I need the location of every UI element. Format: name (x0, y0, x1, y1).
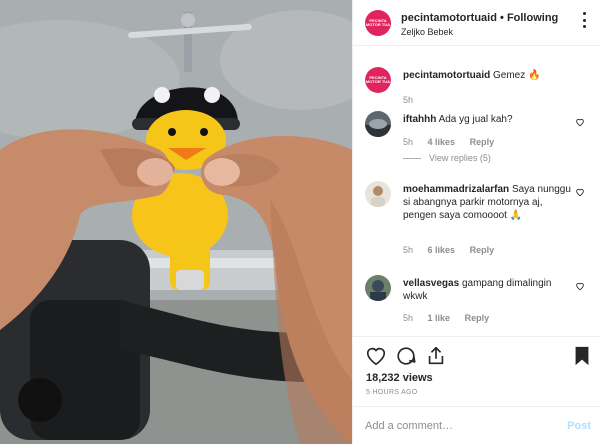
bookmark-icon[interactable] (571, 345, 593, 367)
post-timestamp[interactable]: 5 HOURS AGO (366, 389, 418, 396)
username-link[interactable]: pecintamotortuaid (401, 12, 497, 24)
comment-meta: 5h 4 likes Reply (403, 137, 506, 147)
comment-time[interactable]: 5h (403, 137, 413, 147)
reply-button[interactable]: Reply (470, 137, 495, 147)
comment-likes[interactable]: 1 like (428, 313, 451, 323)
caption-text: pecintamotortuaid Gemez 🔥 (403, 69, 573, 82)
list-item: vellasvegas gampang dimalingin wkwk 5h 1… (353, 275, 600, 335)
comment-username[interactable]: vellasvegas (403, 278, 459, 289)
caption-username[interactable]: pecintamotortuaid (403, 70, 490, 81)
comment-time[interactable]: 5h (403, 313, 413, 323)
comment-text: moehammadrizalarfan Saya nunggu si abang… (403, 183, 573, 222)
caption-item: PECINTA MOTOR TUA pecintamotortuaid Geme… (353, 47, 600, 111)
following-button[interactable]: Following (507, 12, 558, 24)
comment-username[interactable]: iftahhh (403, 114, 436, 125)
view-replies-label: View replies (5) (429, 153, 491, 163)
avatar-image (365, 275, 391, 301)
post-photo[interactable] (0, 0, 352, 444)
reply-button[interactable]: Reply (465, 313, 490, 323)
post-button[interactable]: Post (567, 420, 591, 432)
share-icon[interactable] (425, 345, 447, 367)
duck-helmet-photo (0, 0, 352, 444)
heart-icon[interactable] (365, 345, 387, 367)
replies-divider (403, 158, 421, 160)
comment-text: iftahhh Ada yg jual kah? (403, 113, 573, 126)
avatar[interactable] (365, 181, 391, 207)
separator-dot: • (500, 12, 504, 24)
comment-likes[interactable]: 4 likes (428, 137, 456, 147)
view-count[interactable]: 18,232 views (366, 372, 433, 384)
more-options-icon[interactable] (577, 12, 591, 28)
comment-input[interactable] (365, 417, 545, 435)
comment-meta: 5h 1 like Reply (403, 313, 501, 323)
reply-button[interactable]: Reply (470, 245, 495, 255)
comment-like-icon[interactable] (575, 281, 585, 291)
comment-time[interactable]: 5h (403, 245, 413, 255)
post-side-panel: PECINTA MOTOR TUA pecintamotortuaid • Fo… (352, 0, 600, 444)
comment-username[interactable]: moehammadrizalarfan (403, 184, 509, 195)
comment-icon[interactable] (395, 345, 417, 367)
comments-list[interactable]: PECINTA MOTOR TUA pecintamotortuaid Geme… (353, 47, 600, 335)
avatar[interactable]: PECINTA MOTOR TUA (365, 67, 391, 93)
caption-meta: 5h (403, 95, 425, 105)
avatar-image (365, 111, 391, 137)
post-actions: 18,232 views 5 HOURS AGO (353, 336, 600, 406)
caption-body: Gemez 🔥 (493, 70, 541, 81)
avatar-image (365, 181, 391, 207)
avatar[interactable] (365, 275, 391, 301)
list-item: moehammadrizalarfan Saya nunggu si abang… (353, 181, 600, 267)
avatar-text: PECINTA MOTOR TUA (365, 17, 391, 27)
comment-text: vellasvegas gampang dimalingin wkwk (403, 277, 573, 303)
header-user-line: pecintamotortuaid • Following (401, 12, 558, 24)
view-replies-link[interactable]: View replies (5) (403, 153, 491, 163)
add-comment-bar: Post (353, 406, 600, 444)
comment-like-icon[interactable] (575, 117, 585, 127)
comment-body: Ada yg jual kah? (438, 114, 513, 125)
avatar-badge: PECINTA MOTOR TUA (365, 67, 391, 93)
comment-like-icon[interactable] (575, 187, 585, 197)
list-item: iftahhh Ada yg jual kah? 5h 4 likes Repl… (353, 111, 600, 177)
post-header: PECINTA MOTOR TUA pecintamotortuaid • Fo… (353, 0, 600, 46)
location-link[interactable]: Zeljko Bebek (401, 27, 453, 37)
avatar[interactable] (365, 111, 391, 137)
caption-time[interactable]: 5h (403, 95, 413, 105)
comment-meta: 5h 6 likes Reply (403, 245, 506, 255)
avatar[interactable]: PECINTA MOTOR TUA (365, 10, 391, 36)
avatar-text: PECINTA MOTOR TUA (365, 74, 391, 84)
comment-likes[interactable]: 6 likes (428, 245, 456, 255)
